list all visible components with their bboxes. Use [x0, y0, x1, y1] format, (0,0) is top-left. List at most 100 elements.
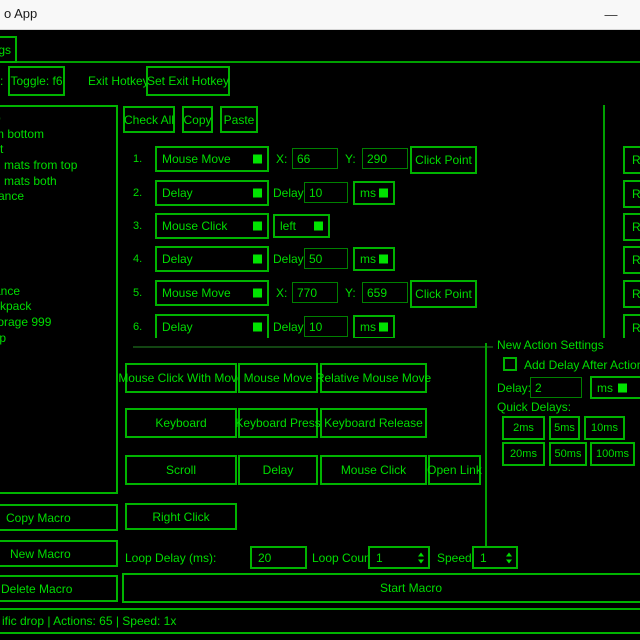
dropdown-indicator-icon	[253, 222, 262, 231]
spinner-down-icon[interactable]	[506, 559, 512, 563]
macro-list-item[interactable]: g mats both	[0, 174, 116, 190]
delay-unit-dropdown[interactable]: ms	[353, 247, 395, 271]
new-macro-button[interactable]: New Macro	[0, 540, 118, 567]
delay-unit-dropdown[interactable]: ms	[353, 315, 395, 338]
click-point-button[interactable]: Click Point	[410, 146, 477, 174]
add-delay-after-action-checkbox[interactable]	[503, 357, 517, 371]
add-keyboard-release-button[interactable]: Keyboard Release	[320, 408, 427, 438]
delay-label: Delay	[273, 186, 304, 200]
title-bar: o App —	[0, 0, 640, 30]
remove-action-button[interactable]: R	[623, 280, 640, 308]
quick-delay-50ms-button[interactable]: 50ms	[549, 442, 587, 466]
copy-macro-button[interactable]: Copy Macro	[0, 504, 118, 531]
action-type-dropdown[interactable]: Delay	[155, 180, 269, 206]
spinner-up-icon[interactable]	[418, 552, 424, 556]
macro-list-item[interactable]: lip	[0, 331, 116, 347]
dropdown-indicator-icon	[253, 323, 262, 332]
delay-value-input[interactable]	[304, 182, 348, 203]
quick-delay-100ms-button[interactable]: 100ms	[590, 442, 635, 466]
loop-count-stepper[interactable]: 1	[368, 546, 430, 569]
add-relative-mouse-move-button[interactable]: Relative Mouse Move	[320, 363, 427, 393]
loop-delay-value: 20	[258, 551, 271, 565]
window-title: o App	[4, 7, 37, 21]
delay-value-input[interactable]	[304, 316, 348, 337]
remove-action-button[interactable]: R	[623, 314, 640, 338]
loop-delay-label: Loop Delay (ms):	[125, 551, 216, 565]
action-type-dropdown[interactable]: Mouse Move	[155, 280, 269, 306]
tab-settings[interactable]: gs	[0, 36, 17, 63]
add-right-click-button[interactable]: Right Click	[125, 503, 237, 530]
quick-delay-5ms-button[interactable]: 5ms	[549, 416, 580, 440]
delay-value-input[interactable]	[304, 248, 348, 269]
dropdown-value: Delay	[162, 320, 193, 334]
dropdown-indicator-icon	[253, 255, 262, 264]
action-type-dropdown[interactable]: Mouse Move	[155, 146, 269, 172]
dropdown-indicator-icon	[253, 289, 262, 298]
quick-delay-10ms-button[interactable]: 10ms	[584, 416, 625, 440]
dropdown-indicator-icon	[379, 255, 388, 264]
add-keyboard-button[interactable]: Keyboard	[125, 408, 237, 438]
add-open-link-button[interactable]: Open Link	[428, 455, 481, 485]
macro-list-item[interactable]: m bottom	[0, 127, 116, 143]
remove-action-button[interactable]: R	[623, 246, 640, 274]
action-row-number: 1.	[133, 152, 142, 166]
macro-list-item[interactable]: s	[0, 268, 116, 284]
x-coordinate-input[interactable]	[292, 148, 338, 169]
new-action-delay-unit-dropdown[interactable]: ms	[590, 376, 640, 399]
copy-actions-button[interactable]: Copy	[182, 106, 213, 133]
settings-panel-divider	[485, 343, 487, 546]
add-scroll-button[interactable]: Scroll	[125, 455, 237, 485]
macro-list-item[interactable]: torage 999	[0, 315, 116, 331]
dropdown-value: Mouse Click	[162, 219, 227, 233]
macro-list-item[interactable]	[0, 221, 116, 237]
status-bar: ific drop | Actions: 65 | Speed: 1x	[0, 608, 640, 634]
spinner-up-icon[interactable]	[506, 552, 512, 556]
remove-action-button[interactable]: R	[623, 213, 640, 241]
dropdown-indicator-icon	[618, 383, 627, 392]
dropdown-value: Delay	[162, 252, 193, 266]
remove-action-button[interactable]: R	[623, 146, 640, 174]
macro-list-item[interactable]	[0, 237, 116, 253]
speed-stepper[interactable]: 1	[472, 546, 518, 569]
hotkey-label-fragment: :	[0, 74, 3, 88]
action-type-dropdown[interactable]: Delay	[155, 314, 269, 338]
spinner-down-icon[interactable]	[418, 559, 424, 563]
set-exit-hotkey-button[interactable]: Set Exit Hotkey	[146, 66, 230, 96]
action-type-dropdown[interactable]: Mouse Click	[155, 213, 269, 239]
add-delay-button[interactable]: Delay	[238, 455, 318, 485]
delete-macro-button[interactable]: Delete Macro	[0, 575, 118, 602]
minimize-button[interactable]: —	[595, 0, 627, 29]
quick-delays-label: Quick Delays:	[497, 400, 571, 414]
macro-list-item[interactable]: rance	[0, 189, 116, 205]
macro-list-item[interactable]: ckpack	[0, 299, 116, 315]
click-point-button[interactable]: Click Point	[410, 280, 477, 308]
mouse-button-dropdown[interactable]: left	[273, 214, 330, 238]
start-macro-button[interactable]: Start Macro	[122, 573, 640, 603]
y-coordinate-input[interactable]	[362, 282, 408, 303]
check-all-button[interactable]: Check All	[123, 106, 175, 133]
macro-list-item[interactable]	[0, 252, 116, 268]
action-type-dropdown[interactable]: Delay	[155, 246, 269, 272]
macro-list-item[interactable]	[0, 205, 116, 221]
clipped-row-edge	[133, 346, 493, 348]
paste-actions-button[interactable]: Paste	[220, 106, 258, 133]
macro-list-item[interactable]: g mats from top	[0, 158, 116, 174]
macro-list-item[interactable]: ance	[0, 284, 116, 300]
quick-delay-2ms-button[interactable]: 2ms	[502, 416, 545, 440]
delay-unit-dropdown[interactable]: ms	[353, 181, 395, 205]
macro-list-item[interactable]: st	[0, 142, 116, 158]
new-action-delay-input[interactable]	[530, 377, 582, 398]
x-coordinate-input[interactable]	[292, 282, 338, 303]
dropdown-value: ms	[360, 186, 376, 200]
action-list: Check All Copy Paste 1. Mouse Move X: Y:…	[122, 105, 640, 338]
add-mouse-click-with-move-button[interactable]: Mouse Click With Move	[125, 363, 237, 393]
remove-action-button[interactable]: R	[623, 180, 640, 208]
add-mouse-click-button[interactable]: Mouse Click	[320, 455, 427, 485]
y-coordinate-input[interactable]	[362, 148, 408, 169]
quick-delay-20ms-button[interactable]: 20ms	[502, 442, 545, 466]
loop-delay-input[interactable]: 20	[250, 546, 307, 569]
toggle-hotkey-button[interactable]: Toggle: f6	[8, 66, 65, 96]
add-keyboard-press-button[interactable]: Keyboard Press	[238, 408, 318, 438]
add-mouse-move-button[interactable]: Mouse Move	[238, 363, 318, 393]
macro-list-item[interactable]: o	[0, 111, 116, 127]
